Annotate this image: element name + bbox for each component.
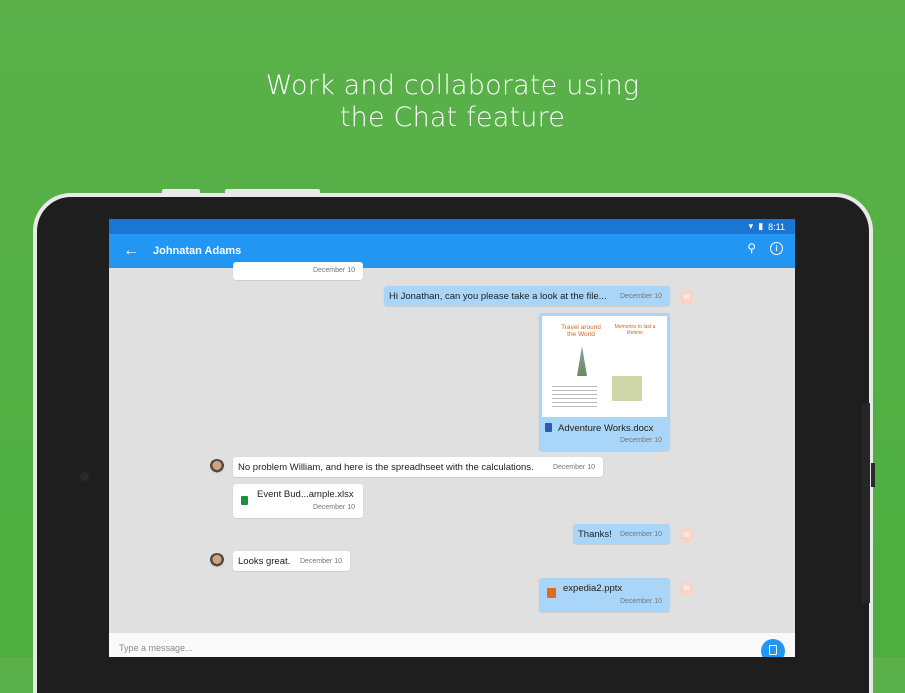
- message-time: December 10: [619, 598, 662, 605]
- message-bubble[interactable]: Looks great. December 10: [233, 551, 350, 571]
- wifi-icon: ▾: [748, 221, 754, 231]
- landmark-image: [612, 376, 642, 401]
- file-name: Adventure Works.docx: [558, 423, 654, 434]
- search-icon[interactable]: ⚲: [747, 242, 756, 255]
- message-text: Looks great.: [238, 556, 291, 567]
- info-icon[interactable]: i: [770, 242, 783, 255]
- message-input-bar: Type a message...: [109, 633, 795, 657]
- file-name: Event Bud...ample.xlsx: [257, 489, 354, 500]
- file-attachment[interactable]: Travel around the World Memories to last…: [539, 313, 670, 451]
- avatar: W: [679, 528, 694, 543]
- message-time: December 10: [619, 437, 662, 444]
- file-attachment[interactable]: expedia2.pptx December 10: [539, 578, 670, 612]
- message-bubble[interactable]: December 10: [233, 262, 363, 280]
- message-bubble[interactable]: Hi Jonathan, can you please take a look …: [384, 286, 670, 306]
- avatar: W: [679, 581, 694, 596]
- preview-title: Travel around the World: [561, 324, 601, 338]
- message-text: Hi Jonathan, can you please take a look …: [389, 291, 607, 302]
- side-bezel: [862, 403, 870, 603]
- avatar: [209, 553, 225, 569]
- avatar: [209, 459, 225, 475]
- app-bar: ← Johnatan Adams ⚲ i: [109, 234, 795, 268]
- message-time: December 10: [619, 293, 662, 300]
- headline-line1: Work and collaborate using: [265, 70, 640, 101]
- status-time: 8:11: [768, 221, 785, 232]
- battery-icon: ▮: [758, 221, 764, 231]
- contact-name: Johnatan Adams: [153, 245, 242, 257]
- chat-thread[interactable]: December 10 Hi Jonathan, can you please …: [109, 262, 795, 633]
- eiffel-tower-image: [577, 346, 587, 376]
- message-time: December 10: [312, 504, 355, 511]
- file-attachment[interactable]: Event Bud...ample.xlsx December 10: [233, 484, 363, 518]
- message-bubble[interactable]: Thanks! December 10: [573, 524, 670, 544]
- attach-document-icon[interactable]: [761, 639, 785, 657]
- headline-line2: the Chat feature: [339, 102, 566, 133]
- presentation-icon: [547, 588, 556, 598]
- headline: Work and collaborate using the Chat feat…: [0, 70, 905, 134]
- message-text: Thanks!: [578, 529, 612, 540]
- preview-subtitle: Memories to last a lifetime: [614, 324, 656, 336]
- preview-lines: [552, 386, 597, 410]
- camera: [80, 472, 89, 481]
- message-time: December 10: [299, 558, 342, 565]
- message-text: No problem William, and here is the spre…: [238, 462, 534, 473]
- message-time: December 10: [312, 267, 355, 274]
- file-name: expedia2.pptx: [563, 583, 623, 594]
- side-button: [871, 463, 875, 487]
- message-time: December 10: [552, 464, 595, 471]
- spreadsheet-icon: [241, 496, 248, 505]
- status-bar: ▾ ▮ 8:11: [109, 219, 795, 234]
- document-preview: Travel around the World Memories to last…: [542, 316, 667, 417]
- message-time: December 10: [619, 531, 662, 538]
- avatar: W: [679, 290, 694, 305]
- back-arrow-icon[interactable]: ←: [109, 242, 153, 260]
- message-bubble[interactable]: No problem William, and here is the spre…: [233, 457, 603, 477]
- word-document-icon: [545, 423, 552, 432]
- message-input[interactable]: Type a message...: [119, 643, 193, 653]
- app-screen: ▾ ▮ 8:11 ← Johnatan Adams ⚲ i December 1…: [109, 219, 795, 657]
